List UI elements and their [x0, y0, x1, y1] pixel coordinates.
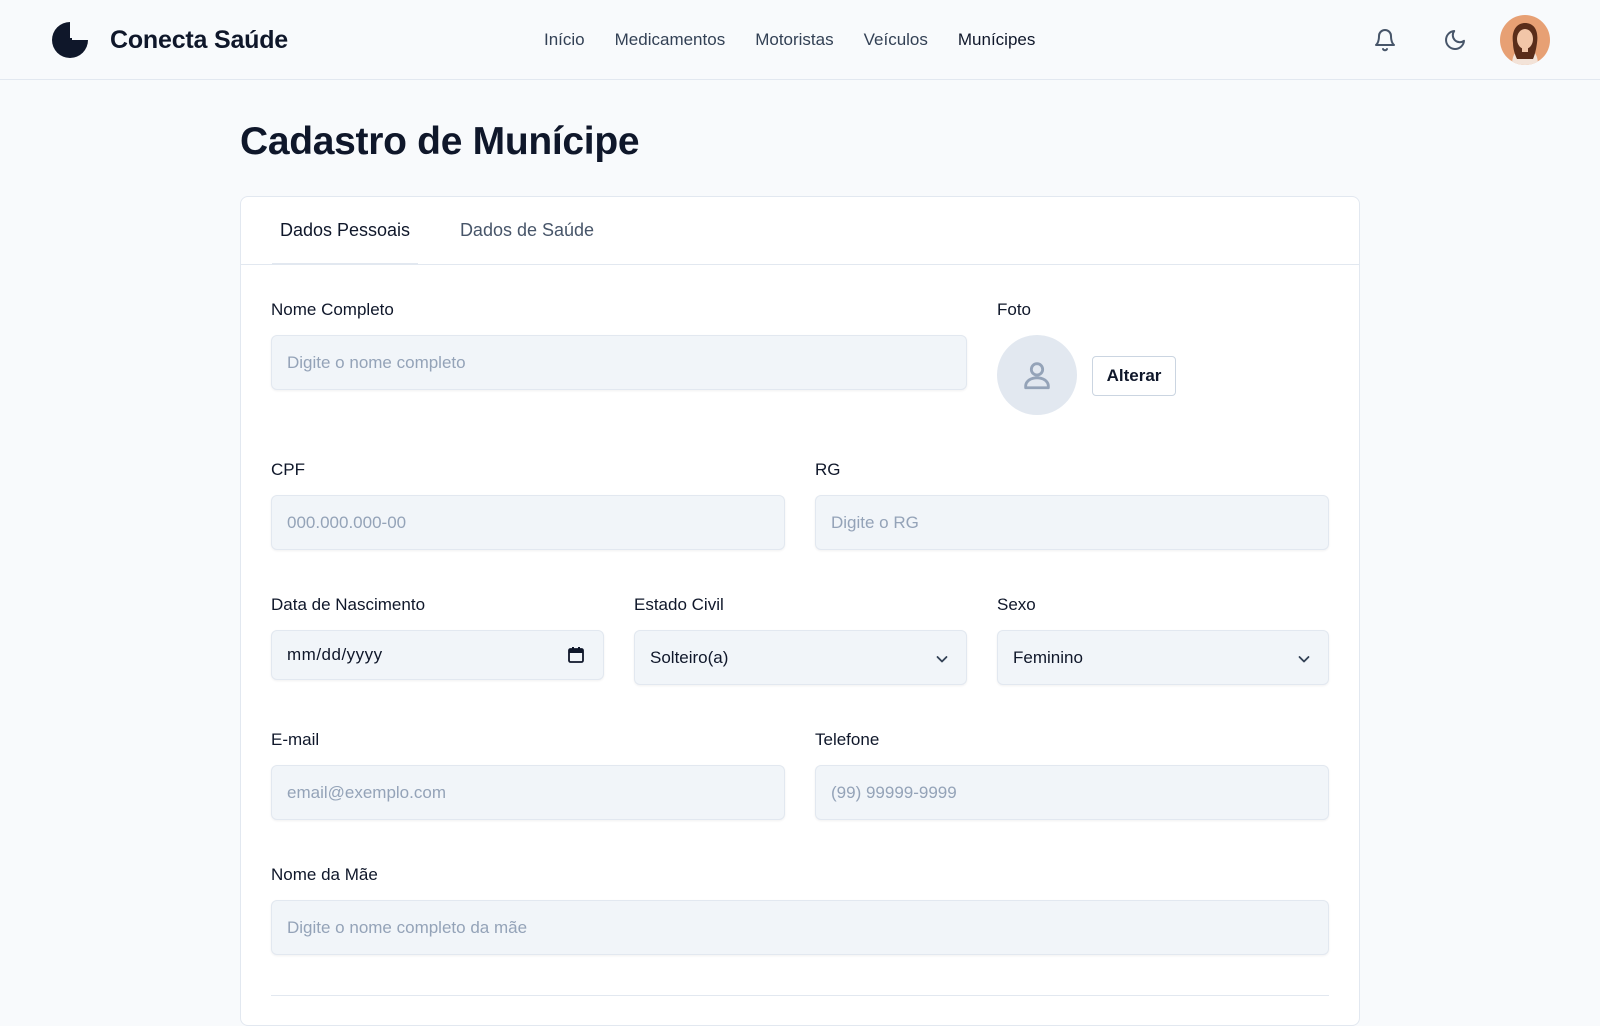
tab-dados-de-saude[interactable]: Dados de Saúde [452, 197, 602, 265]
moon-icon [1445, 30, 1465, 50]
brand[interactable]: Conecta Saúde [50, 20, 288, 60]
nav-link-inicio[interactable]: Início [544, 27, 585, 53]
telefone-label: Telefone [815, 730, 880, 749]
user-avatar[interactable] [1500, 15, 1550, 65]
nav-link-municipes[interactable]: Munícipes [958, 27, 1035, 53]
rg-label: RG [815, 460, 841, 479]
avatar-image [1500, 15, 1550, 65]
nome-mae-label: Nome da Mãe [271, 865, 378, 884]
sexo-label: Sexo [997, 595, 1036, 614]
main-nav: Início Medicamentos Motoristas Veículos … [544, 27, 1065, 53]
nav-link-veiculos[interactable]: Veículos [864, 27, 928, 53]
date-placeholder: mm/dd/yyyy [287, 645, 383, 664]
tab-dados-pessoais[interactable]: Dados Pessoais [272, 197, 418, 265]
telefone-input[interactable] [815, 765, 1329, 820]
foto-label: Foto [997, 300, 1032, 319]
form-card: Dados Pessoais Dados de Saúde Nome Compl… [240, 196, 1360, 1026]
nav-link-medicamentos[interactable]: Medicamentos [615, 27, 726, 53]
data-nascimento-input[interactable]: mm/dd/yyyy [271, 630, 604, 680]
rg-input[interactable] [815, 495, 1329, 550]
chevron-down-icon [1298, 656, 1310, 663]
estado-civil-value: Solteiro(a) [650, 647, 729, 667]
estado-civil-select[interactable]: Solteiro(a) [634, 630, 967, 685]
email-input[interactable] [271, 765, 785, 820]
sexo-value: Feminino [1013, 647, 1083, 667]
bell-icon [1375, 29, 1395, 52]
cpf-label: CPF [271, 460, 305, 479]
notifications-button[interactable] [1365, 20, 1405, 60]
chevron-down-icon [936, 656, 948, 663]
nome-completo-input[interactable] [271, 335, 967, 390]
top-navbar: Conecta Saúde Início Medicamentos Motori… [0, 0, 1600, 80]
form-tabs: Dados Pessoais Dados de Saúde [241, 197, 1359, 265]
page-title: Cadastro de Munícipe [240, 120, 640, 163]
nome-completo-label: Nome Completo [271, 300, 394, 319]
estado-civil-label: Estado Civil [634, 595, 724, 614]
alterar-foto-button[interactable]: Alterar [1092, 356, 1176, 396]
user-icon [1024, 362, 1050, 390]
photo-placeholder [997, 335, 1077, 415]
theme-toggle-button[interactable] [1435, 20, 1475, 60]
calendar-icon[interactable] [567, 646, 585, 664]
nome-mae-input[interactable] [271, 900, 1329, 955]
section-divider [271, 995, 1329, 996]
data-nascimento-label: Data de Nascimento [271, 595, 426, 614]
nav-link-motoristas[interactable]: Motoristas [755, 27, 833, 53]
sexo-select[interactable]: Feminino [997, 630, 1329, 685]
brand-name: Conecta Saúde [110, 25, 289, 54]
email-label: E-mail [271, 730, 320, 749]
brand-logo-icon [52, 20, 90, 58]
cpf-input[interactable] [271, 495, 785, 550]
